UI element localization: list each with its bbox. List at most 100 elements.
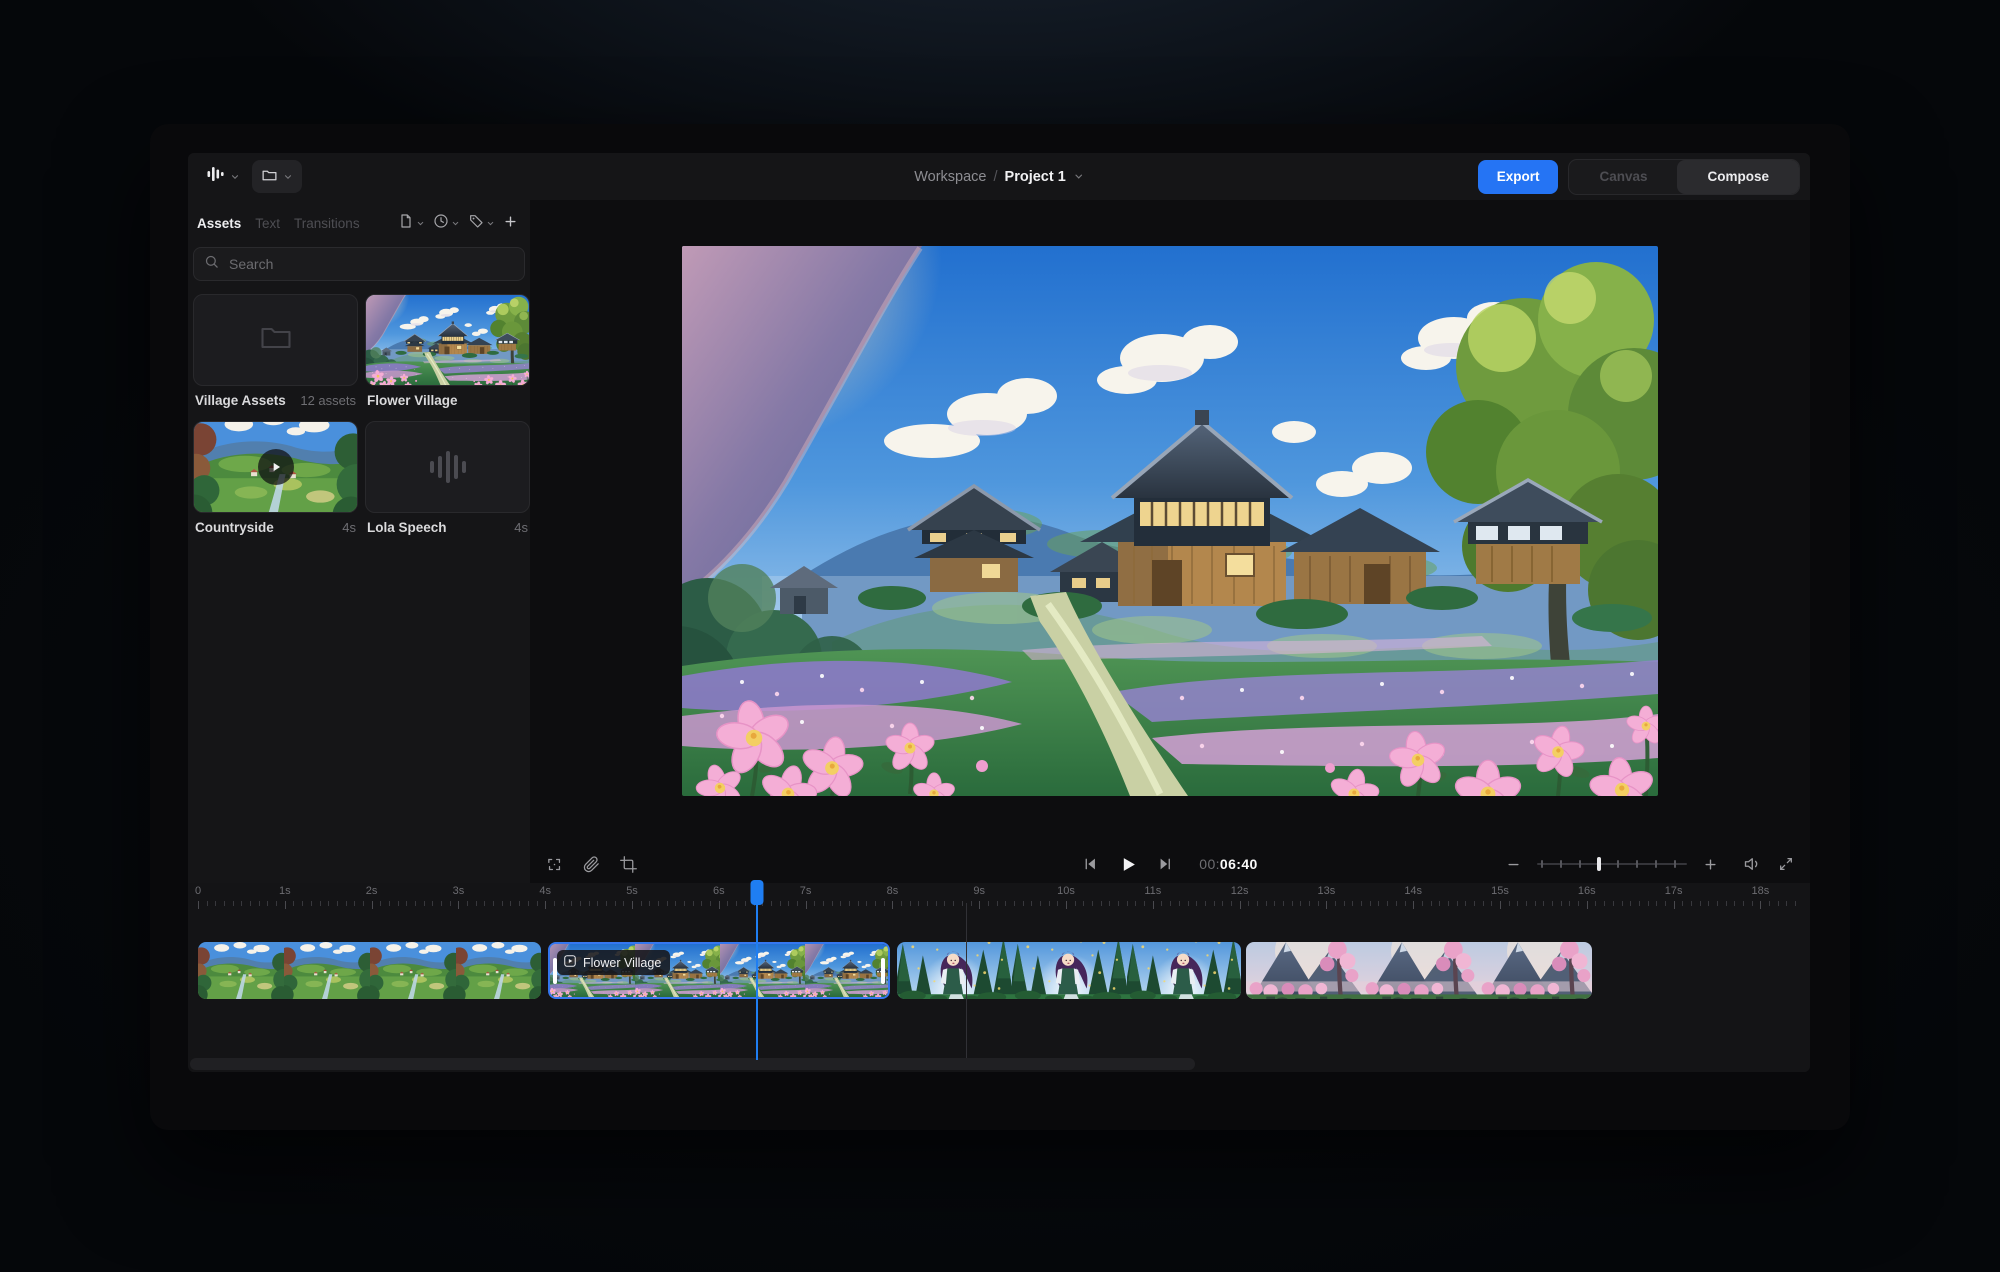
ruler-tick <box>866 901 867 906</box>
ruler-label: 2s <box>366 885 378 897</box>
playhead-line <box>756 904 758 1060</box>
ruler-tick <box>1795 901 1796 906</box>
fullscreen-icon[interactable] <box>1778 856 1794 872</box>
ruler-tick <box>241 901 242 906</box>
breadcrumb-project[interactable]: Project 1 <box>1005 169 1066 185</box>
zoom-slider-handle[interactable] <box>1597 857 1601 871</box>
timecode-value: 06:40 <box>1220 856 1258 872</box>
breadcrumb[interactable]: Workspace / Project 1 <box>914 169 1084 185</box>
skip-back-icon[interactable] <box>1082 856 1098 872</box>
ruler-tick <box>840 901 841 906</box>
ruler-tick <box>1604 901 1605 906</box>
tag-filter-button[interactable] <box>468 213 495 234</box>
crop-icon[interactable] <box>620 856 637 873</box>
video-preview[interactable] <box>682 246 1658 796</box>
zoom-in-icon[interactable] <box>1703 857 1718 872</box>
desktop-background: Workspace / Project 1 Export Canvas Comp… <box>0 0 2000 1272</box>
ruler-tick <box>944 901 945 906</box>
ruler-tick <box>1318 901 1319 906</box>
tab-assets[interactable]: Assets <box>197 216 241 231</box>
ruler-tick <box>597 901 598 906</box>
clip-countryside[interactable] <box>198 942 541 999</box>
ruler-tick <box>1509 901 1510 906</box>
ruler-tick <box>1491 901 1492 906</box>
fit-icon[interactable] <box>546 856 563 873</box>
ruler-tick <box>675 901 676 906</box>
ruler-tick <box>1760 901 1761 909</box>
breadcrumb-workspace[interactable]: Workspace <box>914 169 986 185</box>
ruler-tick <box>1092 901 1093 906</box>
ruler-tick <box>823 901 824 906</box>
assets-panel: Assets Text Transitions <box>188 200 530 883</box>
play-icon[interactable] <box>258 449 294 485</box>
ruler-tick <box>806 901 807 909</box>
project-folder-button[interactable] <box>252 160 302 193</box>
tab-transitions[interactable]: Transitions <box>294 216 360 231</box>
ruler-tick <box>1700 901 1701 906</box>
app-logo[interactable] <box>205 164 240 189</box>
skip-forward-icon[interactable] <box>1157 856 1173 872</box>
canvas-tab[interactable]: Canvas <box>1569 160 1677 194</box>
ruler-tick <box>1378 901 1379 906</box>
tab-text[interactable]: Text <box>255 216 280 231</box>
clip-flower-village[interactable]: Flower Village <box>548 942 890 999</box>
trim-handle-right[interactable] <box>881 958 885 984</box>
ruler-tick <box>936 901 937 906</box>
export-button[interactable]: Export <box>1478 160 1559 194</box>
ruler-tick <box>719 901 720 909</box>
clip-lola[interactable] <box>897 942 1241 999</box>
asset-card-flower-village: Flower Village <box>365 294 530 408</box>
play-icon[interactable] <box>1118 855 1137 874</box>
zoom-out-icon[interactable] <box>1506 857 1521 872</box>
header-bar: Workspace / Project 1 Export Canvas Comp… <box>188 153 1810 200</box>
ruler-label: 15s <box>1491 885 1509 897</box>
file-filter-button[interactable] <box>398 213 425 234</box>
ruler-tick <box>1361 901 1362 906</box>
timeline-scrollbar[interactable] <box>190 1058 1195 1070</box>
paperclip-icon[interactable] <box>583 856 600 873</box>
ruler-tick <box>771 901 772 906</box>
video-badge-icon <box>563 954 577 971</box>
trim-handle-left[interactable] <box>553 958 557 984</box>
playhead-handle[interactable] <box>750 880 763 905</box>
waveform-icon <box>430 451 466 483</box>
ruler-tick <box>293 901 294 906</box>
chevron-down-icon[interactable] <box>1073 171 1084 182</box>
timecode-hours: 00: <box>1199 856 1220 872</box>
plus-icon <box>503 214 518 234</box>
ruler-tick <box>1552 901 1553 906</box>
search-input[interactable] <box>227 255 514 273</box>
ruler-tick <box>432 901 433 906</box>
asset-thumbnail-image[interactable] <box>365 294 530 386</box>
add-asset-button[interactable] <box>503 214 518 234</box>
ruler-tick <box>372 901 373 909</box>
ruler-tick <box>1769 901 1770 906</box>
ruler-tick <box>1101 901 1102 906</box>
ruler-label: 13s <box>1318 885 1336 897</box>
ruler-tick <box>441 901 442 906</box>
clip-blossom-mountains[interactable] <box>1246 942 1592 999</box>
ruler-tick <box>884 901 885 906</box>
asset-thumbnail-video[interactable] <box>193 421 358 513</box>
ruler-label: 5s <box>626 885 638 897</box>
ruler-tick <box>510 901 511 906</box>
ruler-tick <box>1266 901 1267 906</box>
ruler-tick <box>1057 901 1058 906</box>
ruler-tick <box>1066 901 1067 909</box>
compose-tab[interactable]: Compose <box>1677 160 1799 194</box>
duration-filter-button[interactable] <box>433 213 460 234</box>
timeline-zoom-slider[interactable] <box>1537 856 1687 872</box>
volume-icon[interactable] <box>1744 855 1762 873</box>
ruler-tick <box>1214 901 1215 906</box>
ruler-tick <box>320 901 321 906</box>
folder-icon <box>254 320 298 361</box>
search-box[interactable] <box>193 247 525 281</box>
ruler-label: 16s <box>1578 885 1596 897</box>
timeline[interactable]: 01s2s3s4s5s6s7s8s9s10s11s12s13s14s15s16s… <box>188 883 1810 1072</box>
clip-label-text: Flower Village <box>583 956 661 970</box>
ruler-tick <box>1005 901 1006 906</box>
ruler-tick <box>276 901 277 906</box>
asset-thumbnail-folder[interactable] <box>193 294 358 386</box>
ruler-tick <box>1109 901 1110 906</box>
asset-thumbnail-audio[interactable] <box>365 421 530 513</box>
